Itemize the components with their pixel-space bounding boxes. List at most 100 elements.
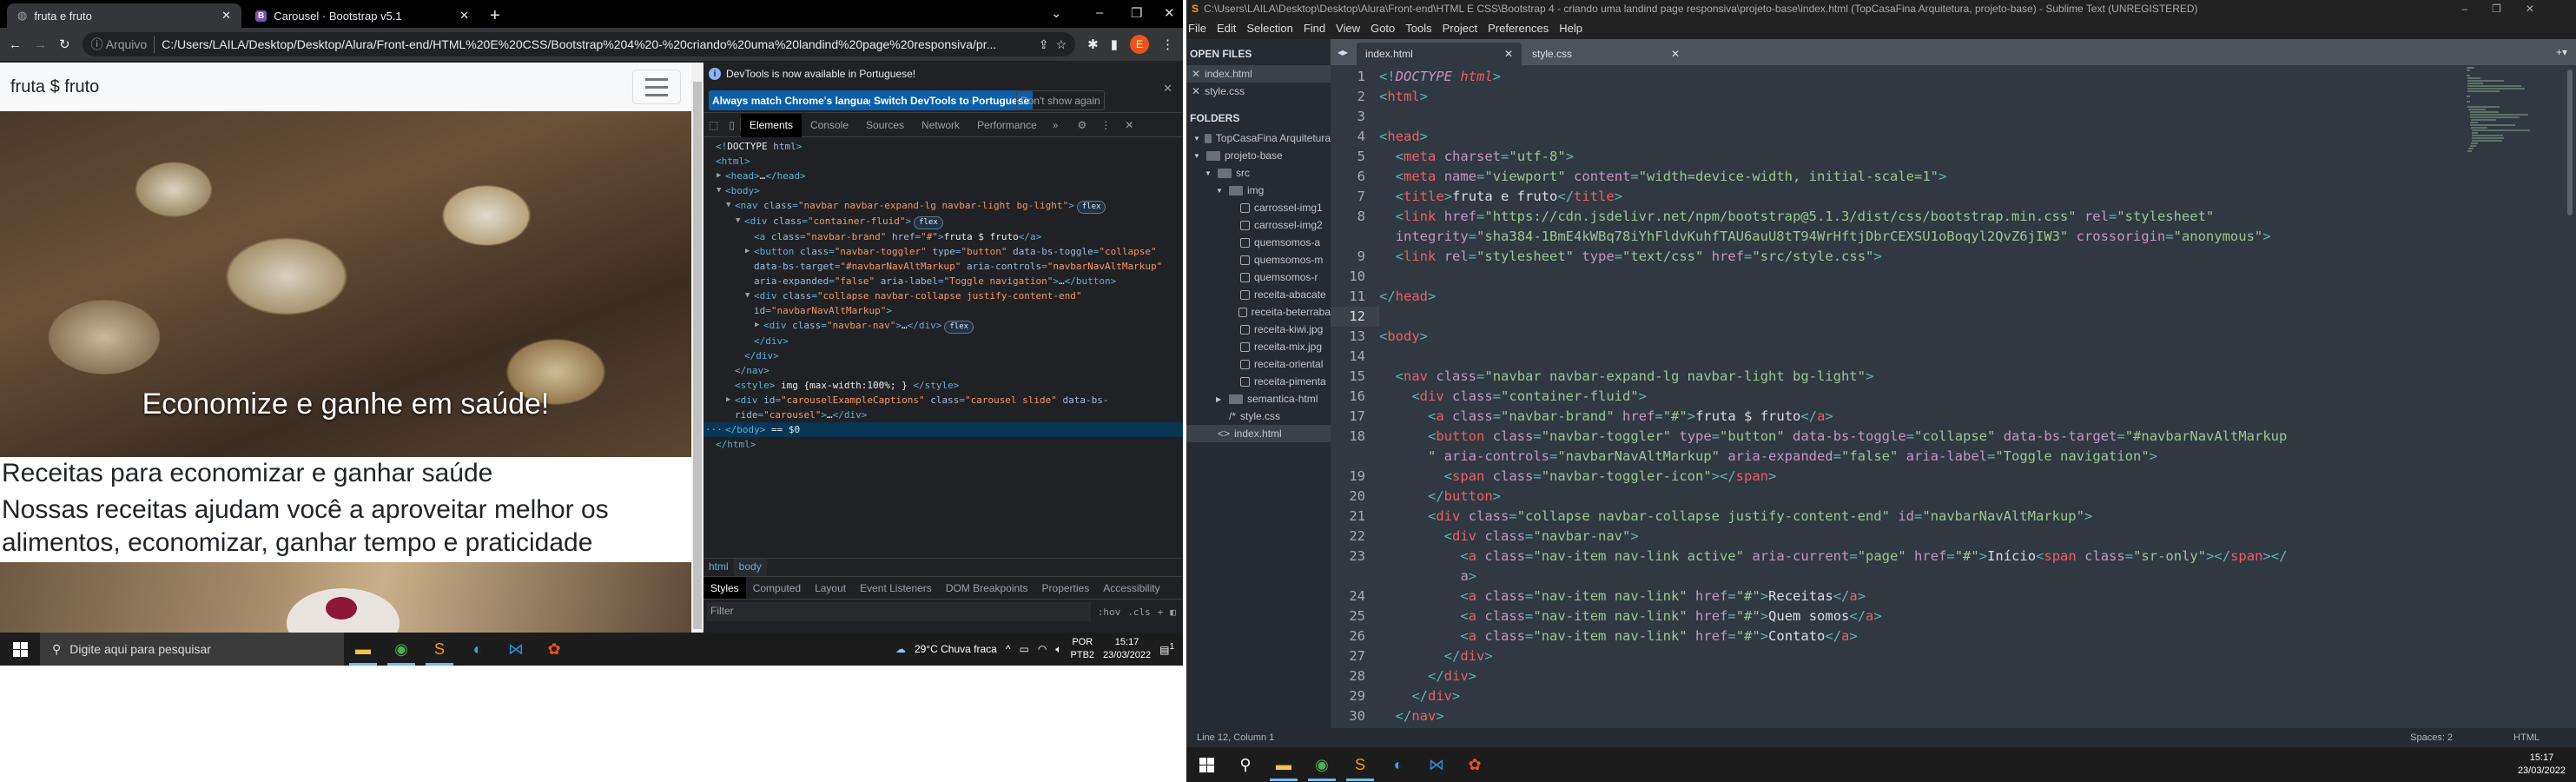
extensions-icon[interactable]: ✱ <box>1087 36 1099 52</box>
tab-nav-arrows-icon[interactable]: ◂▸ <box>1331 46 1355 58</box>
sidebar-toggle-icon[interactable]: ◧ <box>1170 606 1176 618</box>
close-window-button[interactable]: ✕ <box>1164 5 1175 21</box>
new-tab-button[interactable]: + <box>479 3 511 28</box>
tree-item[interactable]: receita-kiwi.jpg <box>1186 321 1331 338</box>
tab-network[interactable]: Network <box>913 114 968 137</box>
editor-tab-style[interactable]: style.css ✕ <box>1523 43 1688 65</box>
weather-text[interactable]: 29°C Chuva fraca <box>915 643 997 655</box>
tree-item[interactable]: receita-abacate <box>1186 286 1331 303</box>
flex-badge[interactable]: flex <box>944 321 974 334</box>
expand-triangle-icon[interactable]: ▼ <box>726 198 730 213</box>
tree-item[interactable]: <> index.html <box>1186 425 1331 442</box>
dom-node[interactable]: ▼ <div class="collapse navbar-collapse ju… <box>703 288 1183 318</box>
tab-dom-breakpoints[interactable]: DOM Breakpoints <box>939 577 1035 599</box>
menu-project[interactable]: Project <box>1443 22 1477 35</box>
menu-preferences[interactable]: Preferences <box>1488 22 1549 35</box>
sublime-icon[interactable]: S <box>1341 748 1379 781</box>
menu-selection[interactable]: Selection <box>1246 22 1292 35</box>
dom-node[interactable]: </html> <box>703 437 1183 452</box>
profile-avatar[interactable]: E <box>1130 35 1149 54</box>
switch-to-portuguese-button[interactable]: Switch DevTools to Portuguese <box>870 90 1034 110</box>
new-tab-dropdown-icon[interactable]: +▾ <box>2547 46 2576 58</box>
info-icon[interactable]: ⓘ Arquivo <box>91 36 155 53</box>
expand-triangle-icon[interactable]: ▶ <box>726 393 730 408</box>
dom-node[interactable]: <!DOCTYPE html> <box>703 139 1183 154</box>
dom-node[interactable]: <style> img {max-width:100%; } </style> <box>703 378 1183 393</box>
dom-node[interactable]: ▶ <head>…</head> <box>703 169 1183 183</box>
inspect-element-icon[interactable]: ⬚ <box>703 119 723 131</box>
tab-event-listeners[interactable]: Event Listeners <box>853 577 939 599</box>
expand-triangle-icon[interactable]: ▶ <box>755 318 759 333</box>
file-explorer-icon[interactable]: ▬ <box>344 633 382 666</box>
browser-tab-fruta[interactable]: ◍ fruta e fruto ✕ <box>7 3 241 28</box>
share-icon[interactable]: ⇪ <box>1039 37 1049 52</box>
page-scrollbar[interactable] <box>691 63 703 633</box>
battery-icon[interactable]: ▭ <box>1019 643 1028 655</box>
breadcrumb-html[interactable]: html <box>703 559 734 576</box>
tab-properties[interactable]: Properties <box>1035 577 1097 599</box>
tree-item[interactable]: receita-beterraba <box>1186 303 1331 321</box>
forward-icon[interactable]: → <box>34 37 47 52</box>
tab-layout[interactable]: Layout <box>808 577 853 599</box>
flex-badge[interactable]: flex <box>914 216 943 229</box>
new-style-rule-button[interactable]: + <box>1158 606 1164 618</box>
expand-triangle-icon[interactable]: ▶ <box>717 169 721 183</box>
styles-filter-input[interactable]: Filter <box>707 602 1091 621</box>
flex-badge[interactable]: flex <box>1076 201 1106 214</box>
tree-item[interactable]: receita-pimenta <box>1186 373 1331 390</box>
tree-item[interactable]: carrossel-img2 <box>1186 216 1331 234</box>
class-toggle[interactable]: .cls <box>1127 606 1151 618</box>
menu-goto[interactable]: Goto <box>1371 22 1395 35</box>
minimap[interactable] <box>2467 67 2571 727</box>
tree-item[interactable]: receita-oriental <box>1186 355 1331 373</box>
devtools-menu-icon[interactable]: ⋮ <box>1093 119 1118 131</box>
dom-node[interactable]: ▼ <body> <box>703 183 1183 198</box>
tree-item[interactable]: quemsomos-m <box>1186 251 1331 268</box>
dom-node[interactable]: <a class="navbar-brand" href="#">fruta $… <box>703 229 1183 244</box>
indentation-setting[interactable]: Spaces: 2 <box>2410 732 2453 743</box>
input-language[interactable]: POR PTB2 <box>1071 636 1095 662</box>
notification-icon[interactable]: ▤1 <box>1159 642 1174 656</box>
dom-node[interactable]: <html> <box>703 154 1183 169</box>
editor-tab-index[interactable]: index.html ✕ <box>1357 43 1522 65</box>
dom-node[interactable]: ▶ <div class="navbar-nav">…</div> flex <box>703 318 1183 334</box>
dom-node[interactable]: </div> <box>703 348 1183 363</box>
wifi-icon[interactable]: ◠ <box>1038 643 1047 655</box>
expand-triangle-icon[interactable]: ▼ <box>745 288 750 303</box>
expand-triangle-icon[interactable]: ▶ <box>745 244 750 259</box>
tree-item[interactable]: quemsomos-a <box>1186 234 1331 251</box>
minimize-button[interactable]: – <box>1096 5 1103 20</box>
code-editor[interactable]: 1 <!DOCTYPE html> 2 <html> 3 4 <head> 5 <meta c… <box>1331 67 2434 726</box>
menu-file[interactable]: File <box>1188 22 1206 35</box>
dom-node[interactable]: ▶ <div id="carouselExampleCaptions" class… <box>703 393 1183 422</box>
breadcrumb-body[interactable]: body <box>733 559 767 576</box>
figma-icon[interactable]: ✿ <box>535 633 573 666</box>
syntax-setting[interactable]: HTML <box>2513 732 2540 743</box>
vscode-icon[interactable]: ⋈ <box>1417 748 1456 781</box>
clock[interactable]: 15:17 23/03/2022 <box>1103 636 1151 662</box>
tab-elements[interactable]: Elements <box>740 113 802 137</box>
dont-show-again-button[interactable]: Don't show again <box>1016 90 1105 110</box>
tree-item[interactable]: ▶ semantica-html <box>1186 390 1331 408</box>
vscode-icon[interactable]: ⋈ <box>497 633 535 666</box>
navbar-toggler-button[interactable] <box>632 70 681 104</box>
restore-button[interactable]: ❐ <box>1131 5 1142 21</box>
taskbar-search-input[interactable]: ⚲ Digite aqui para pesquisar <box>40 633 344 666</box>
dom-node[interactable]: ▼ <nav class="navbar navbar-expand-lg nav… <box>703 198 1183 214</box>
close-infobar-icon[interactable]: ✕ <box>1163 82 1172 96</box>
search-icon[interactable]: ⚲ <box>1226 748 1265 781</box>
tab-performance[interactable]: Performance <box>968 114 1046 137</box>
address-bar[interactable]: ⓘ Arquivo C:/Users/LAILA/Desktop/Desktop… <box>82 32 1076 56</box>
device-toolbar-icon[interactable]: ▯ <box>723 119 741 131</box>
menu-find[interactable]: Find <box>1304 22 1325 35</box>
settings-gear-icon[interactable]: ⚙ <box>1070 119 1093 131</box>
open-file-index[interactable]: ✕ index.html <box>1186 65 1331 83</box>
reload-icon[interactable]: ↻ <box>59 36 70 52</box>
close-devtools-icon[interactable]: ✕ <box>1118 119 1140 131</box>
tree-item[interactable]: ▼ TopCasaFina Arquitetura <box>1186 129 1331 147</box>
tab-sources[interactable]: Sources <box>857 114 913 137</box>
tree-item[interactable]: /* style.css <box>1186 408 1331 425</box>
dom-node[interactable]: </div> <box>703 334 1183 348</box>
tree-item[interactable]: ▼ src <box>1186 164 1331 182</box>
menu-kebab-icon[interactable]: ⋮ <box>1161 36 1174 52</box>
